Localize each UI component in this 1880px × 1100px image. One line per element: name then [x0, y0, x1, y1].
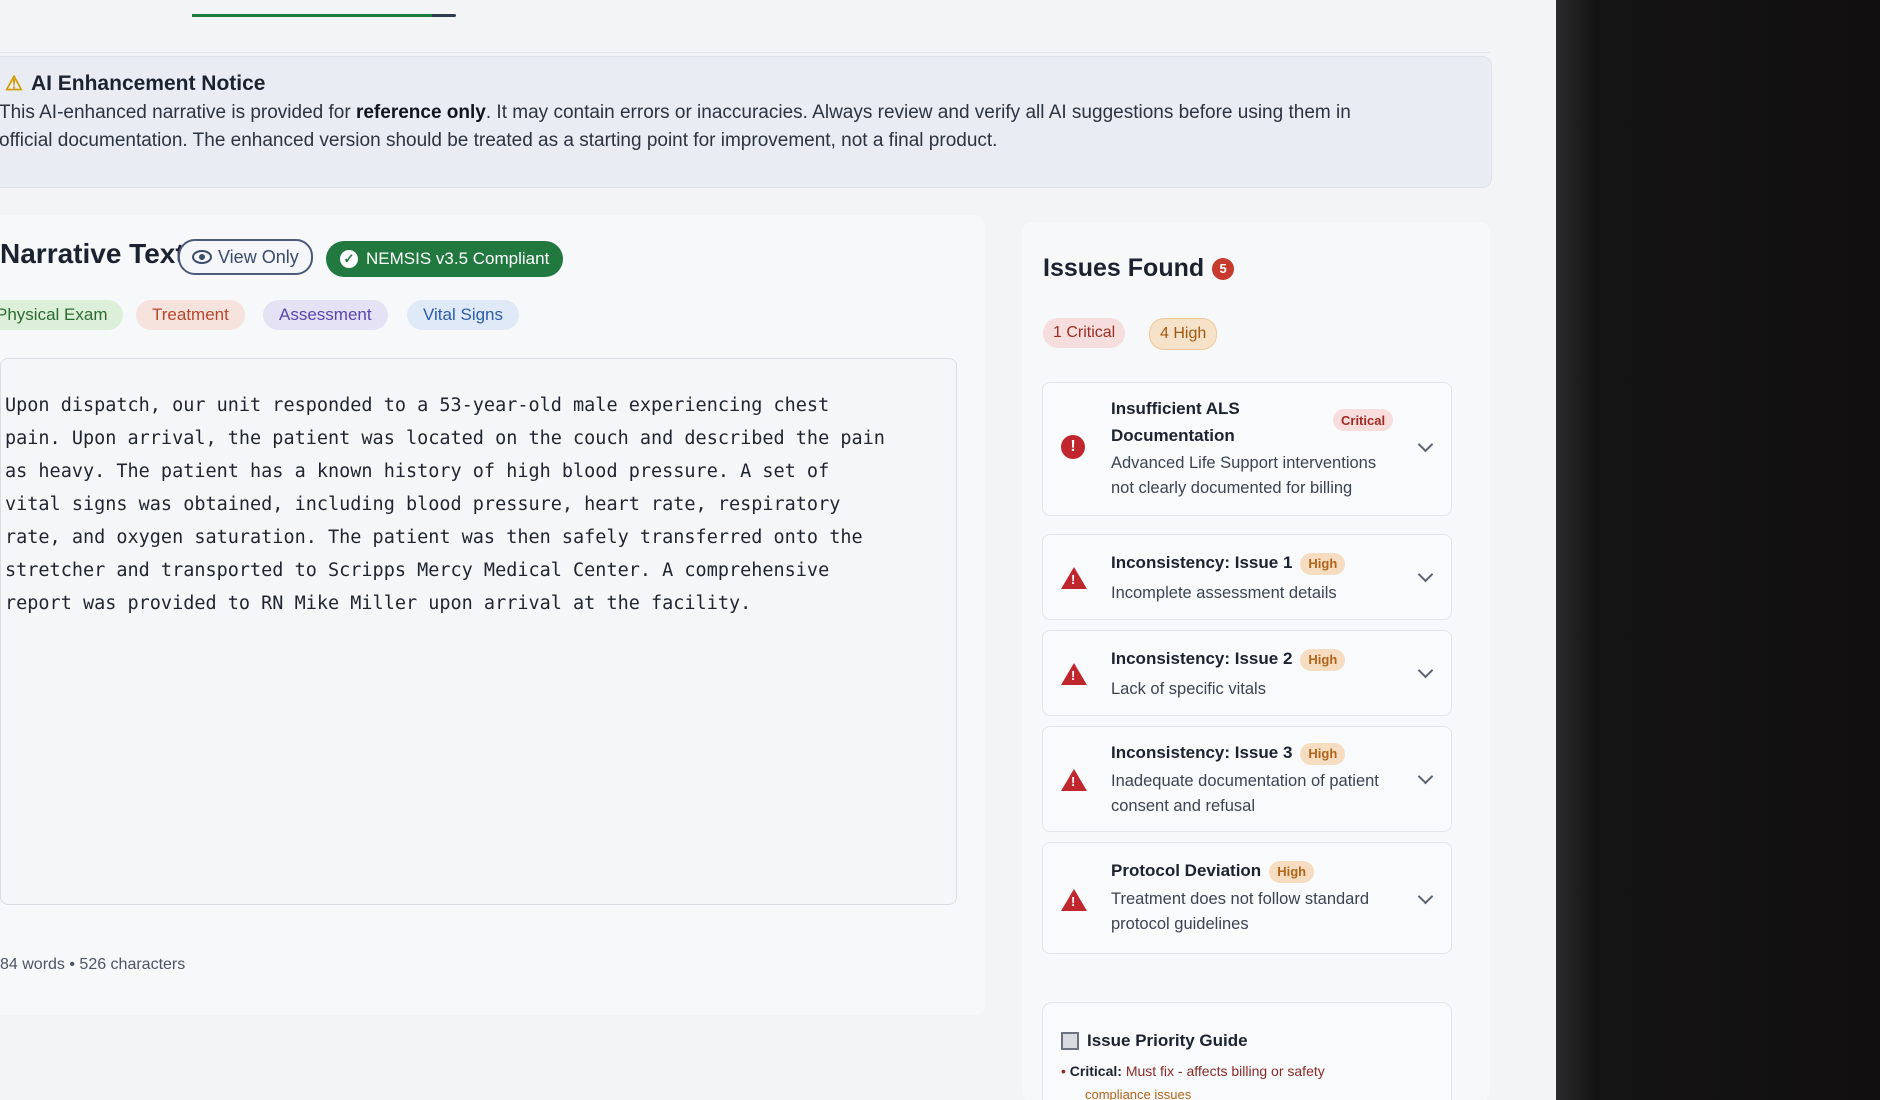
issue-description: Inadequate documentation of patient cons…	[1111, 772, 1379, 815]
guide-critical-label: Critical:	[1069, 1063, 1122, 1079]
issue-description: Incomplete assessment details	[1111, 584, 1337, 602]
severity-tag: Critical	[1333, 409, 1394, 431]
issue-card[interactable]: Protocol Deviation High Treatment does no…	[1042, 842, 1452, 954]
issue-title: Protocol Deviation	[1111, 861, 1262, 880]
critical-count-pill[interactable]: 1 Critical	[1043, 318, 1126, 348]
eye-icon	[192, 250, 212, 264]
chevron-down-icon[interactable]	[1417, 888, 1434, 905]
issue-title-row: Inconsistency: Issue 3 High	[1111, 739, 1346, 766]
section-chip-treatment[interactable]: Treatment	[136, 300, 245, 330]
notice-title: ⚠ AI Enhancement Notice	[5, 71, 266, 96]
issue-card[interactable]: ! Insufficient ALS Documentation Critica…	[1042, 382, 1452, 516]
guide-box-icon	[1061, 1032, 1079, 1050]
section-chip-physical-exam[interactable]: Physical Exam	[0, 300, 124, 330]
issue-title-row: Inconsistency: Issue 2 High	[1111, 645, 1346, 672]
check-circle-icon: ✓	[340, 250, 358, 268]
guide-title: Issue Priority Guide	[1061, 1031, 1248, 1051]
issue-card[interactable]: Inconsistency: Issue 3 High Inadequate do…	[1042, 726, 1452, 832]
monitor-bezel	[1556, 0, 1880, 1100]
compliance-label: NEMSIS v3.5 Compliant	[366, 249, 550, 268]
issue-description: Lack of specific vitals	[1111, 680, 1266, 698]
notice-body: This AI-enhanced narrative is provided f…	[0, 99, 1399, 155]
narrative-title: Narrative Text	[0, 238, 185, 269]
guide-critical-line: • Critical: Must fix - affects billing o…	[1061, 1063, 1325, 1079]
issue-title-row: Protocol Deviation High	[1111, 857, 1315, 884]
active-tab-accent	[192, 14, 432, 17]
notice-body-prefix: This AI-enhanced narrative is provided f…	[0, 102, 356, 123]
issue-title: Inconsistency: Issue 2	[1111, 649, 1293, 668]
error-circle-icon: !	[1061, 435, 1085, 459]
severity-tag: High	[1300, 742, 1346, 765]
guide-critical-text: Must fix - affects billing or safety	[1125, 1063, 1325, 1079]
issue-description: Treatment does not follow standard proto…	[1111, 890, 1370, 933]
issue-title: Inconsistency: Issue 3	[1111, 743, 1293, 762]
issue-card[interactable]: Inconsistency: Issue 1 High Incomplete as…	[1042, 534, 1452, 620]
chevron-down-icon[interactable]	[1417, 662, 1434, 679]
app-screen: ⚠ AI Enhancement Notice This AI-enhanced…	[0, 0, 1556, 1100]
issues-title: Issues Found 5	[1043, 254, 1235, 283]
view-only-badge[interactable]: View Only	[178, 239, 313, 275]
guide-high-text: compliance issues	[1085, 1087, 1192, 1100]
notice-title-text: AI Enhancement Notice	[30, 71, 266, 95]
notice-body-bold: reference only	[355, 102, 486, 123]
issues-title-text: Issues Found	[1043, 254, 1205, 282]
narrative-textarea[interactable]: Upon dispatch, our unit responded to a 5…	[0, 358, 957, 905]
word-count: 84 words • 526 characters	[0, 956, 186, 973]
section-chip-vital-signs[interactable]: Vital Signs	[407, 300, 520, 330]
severity-tag: High	[1300, 648, 1346, 671]
warning-icon: ⚠	[5, 73, 23, 95]
issue-card[interactable]: Inconsistency: Issue 2 High Lack of speci…	[1042, 630, 1452, 716]
issues-count-badge: 5	[1212, 257, 1235, 280]
ai-enhancement-notice: ⚠ AI Enhancement Notice This AI-enhanced…	[0, 56, 1492, 188]
issue-title: Insufficient ALS Documentation	[1111, 399, 1240, 445]
view-only-label: View Only	[218, 246, 299, 267]
narrative-content: Upon dispatch, our unit responded to a 5…	[5, 395, 885, 614]
severity-tag: High	[1300, 552, 1346, 575]
chevron-down-icon[interactable]	[1417, 436, 1434, 453]
top-tab-bar	[0, 0, 1490, 53]
issue-title-row: Inconsistency: Issue 1 High	[1111, 549, 1346, 576]
issue-priority-guide: Issue Priority Guide • Critical: Must fi…	[1042, 1002, 1452, 1100]
section-chip-assessment[interactable]: Assessment	[263, 300, 388, 330]
nemsis-compliance-badge: ✓ NEMSIS v3.5 Compliant	[326, 241, 564, 277]
guide-title-text: Issue Priority Guide	[1087, 1031, 1248, 1050]
high-count-pill[interactable]: 4 High	[1149, 318, 1218, 350]
chevron-down-icon[interactable]	[1417, 566, 1434, 583]
chevron-down-icon[interactable]	[1417, 768, 1434, 785]
issue-description: Advanced Life Support interventions not …	[1111, 454, 1377, 497]
issue-title: Inconsistency: Issue 1	[1111, 553, 1293, 572]
severity-tag: High	[1269, 860, 1315, 883]
